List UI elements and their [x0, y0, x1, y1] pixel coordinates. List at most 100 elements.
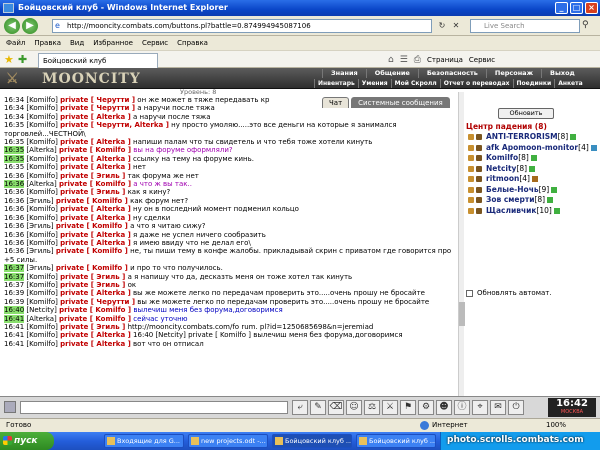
info-badge-icon[interactable]: [529, 165, 536, 172]
scrollbar-thumb[interactable]: [459, 302, 465, 326]
chat-private-to[interactable]: private [ Alterka ]: [60, 331, 131, 339]
chat-private-to[interactable]: private [ Komilfo ]: [59, 180, 131, 188]
chat-nick[interactable]: [Komilfo]: [26, 231, 57, 239]
zoom-level[interactable]: 100%: [546, 419, 566, 432]
nav-inventory[interactable]: Инвентарь: [314, 79, 358, 88]
user-name[interactable]: Komilfo: [486, 153, 518, 162]
url-field[interactable]: e http://mooncity.combats.com/buttons.pl…: [52, 19, 432, 33]
back-button[interactable]: ◀: [4, 18, 20, 34]
chat-nick[interactable]: [Эгиль]: [26, 222, 53, 230]
user-name[interactable]: Зов смерти: [486, 195, 534, 204]
nav-security[interactable]: Безопасность: [417, 69, 486, 78]
chat-private-to[interactable]: private [ Komilfo ]: [56, 222, 128, 230]
chat-private-to[interactable]: private [ Alterka ]: [60, 289, 131, 297]
chat-private-to[interactable]: private [ Alterka ]: [60, 113, 131, 121]
page-menu[interactable]: Страница: [427, 54, 463, 66]
chat-nick[interactable]: [Komilfo]: [26, 289, 57, 297]
info-badge-icon[interactable]: [531, 176, 538, 182]
private-msg-icon[interactable]: [468, 165, 474, 172]
info-badge-icon[interactable]: [590, 144, 597, 151]
user-name[interactable]: afk Apomoon-monitor: [486, 143, 578, 152]
chat-nick[interactable]: [Alterka]: [26, 146, 56, 154]
user-name[interactable]: Netcity: [486, 164, 516, 173]
private-msg-icon[interactable]: [468, 134, 474, 140]
tab-chat[interactable]: Чат: [322, 97, 350, 108]
trade-icon[interactable]: ⚖: [364, 400, 380, 415]
user-name[interactable]: Щасливчик: [486, 206, 536, 215]
tab-fight-club[interactable]: Бойцовский клуб: [38, 53, 158, 68]
chat-nick[interactable]: [Komilfo]: [26, 239, 57, 247]
settings-icon[interactable]: ⚙: [418, 400, 434, 415]
chat-private-to[interactable]: private [ Alterka ]: [60, 155, 131, 163]
user-list-item[interactable]: Щасливчик[10]: [466, 206, 600, 217]
chat-nick[interactable]: [Эгиль]: [26, 247, 53, 255]
chat-private-to[interactable]: private [ Alterka ]: [60, 239, 131, 247]
menu-view[interactable]: Вид: [70, 37, 84, 50]
chat-private-to[interactable]: private [ Черутти, Alterka ]: [60, 121, 169, 129]
chat-private-to[interactable]: private [ Alterka ]: [60, 231, 131, 239]
chat-nick[interactable]: [Эгиль]: [26, 264, 53, 272]
chat-nick[interactable]: [Komilfo]: [26, 121, 57, 129]
chat-private-to[interactable]: private [ Komilfo ]: [56, 264, 128, 272]
user-name[interactable]: ANTI-TERRORISM: [486, 132, 558, 141]
chat-nick[interactable]: [Komilfo]: [26, 138, 57, 146]
tools-menu[interactable]: Сервис: [469, 54, 495, 66]
menu-help[interactable]: Справка: [177, 37, 208, 50]
chat-private-to[interactable]: private [ Alterka ]: [60, 163, 131, 171]
nav-character[interactable]: Персонаж: [485, 69, 541, 78]
refresh-icon[interactable]: ↻: [436, 19, 448, 33]
chat-private-to[interactable]: private [ Эгиль ]: [60, 172, 125, 180]
info-icon[interactable]: ⓘ: [454, 400, 470, 415]
chat-private-to[interactable]: private [ Komilfo ]: [56, 197, 128, 205]
nav-skills[interactable]: Умения: [357, 79, 391, 88]
menu-favorites[interactable]: Избранное: [93, 37, 133, 50]
taskbar-item-browser-2[interactable]: Бойцовский клуб ...: [356, 434, 436, 448]
user-name[interactable]: Белые-Ночь: [486, 185, 539, 194]
chat-private-to[interactable]: private [ Эгиль ]: [60, 188, 125, 196]
maximize-button[interactable]: □: [570, 2, 583, 14]
info-badge-icon[interactable]: [551, 186, 558, 193]
user-list-item[interactable]: Зов смерти[8]: [466, 195, 600, 206]
chat-nick[interactable]: [Komilfo]: [26, 214, 57, 222]
taskbar-item-browser-1[interactable]: Бойцовский клуб ...: [272, 434, 352, 448]
chat-private-to[interactable]: private [ Эгиль ]: [60, 273, 125, 281]
forward-button[interactable]: ▶: [22, 18, 38, 34]
chat-private-to[interactable]: private [ Komilfo ]: [56, 247, 128, 255]
sword-icon[interactable]: ⚔: [382, 400, 398, 415]
chat-nick[interactable]: [Komilfo]: [26, 205, 57, 213]
search-icon[interactable]: ⚲: [582, 20, 589, 30]
filter-icon[interactable]: ⌫: [328, 400, 344, 415]
chat-private-to[interactable]: private [ Эгиль ]: [60, 323, 125, 331]
chat-private-to[interactable]: private [ Эгиль ]: [60, 281, 125, 289]
refresh-button[interactable]: Обновить: [498, 108, 554, 119]
taskbar-item-mail[interactable]: Входящие для G...: [104, 434, 184, 448]
print-icon[interactable]: ⎙: [414, 54, 421, 66]
chat-nick[interactable]: [Komilfo]: [26, 188, 57, 196]
menu-file[interactable]: Файл: [6, 37, 25, 50]
chat-private-to[interactable]: private [ Komilfo ]: [59, 306, 131, 314]
private-msg-icon[interactable]: [468, 176, 474, 182]
chat-nick[interactable]: [Alterka]: [26, 315, 56, 323]
user-name[interactable]: ritmoon: [486, 174, 519, 183]
nav-communication[interactable]: Общение: [365, 69, 418, 78]
auto-refresh[interactable]: Обновлять автомат.: [466, 288, 552, 298]
chat-private-to[interactable]: private [ Alterka ]: [60, 205, 131, 213]
bookmark-icon[interactable]: ⚑: [400, 400, 416, 415]
chat-private-to[interactable]: private [ Черутти ]: [60, 298, 135, 306]
tab-system-messages[interactable]: Системные сообщения: [351, 97, 450, 108]
user-list-item[interactable]: ritmoon[4]: [466, 174, 600, 185]
info-badge-icon[interactable]: [570, 134, 577, 140]
private-msg-icon[interactable]: [468, 186, 474, 193]
chat-nick[interactable]: [Alterka]: [26, 180, 56, 188]
chat-nick[interactable]: [Komilfo]: [26, 113, 57, 121]
chat-private-to[interactable]: private [ Alterka ]: [60, 138, 131, 146]
taskbar-item-document[interactable]: new projects.odt -...: [188, 434, 268, 448]
chat-scrollbar[interactable]: [458, 92, 465, 396]
chat-nick[interactable]: [Komilfo]: [26, 163, 57, 171]
chat-nick[interactable]: [Komilfo]: [26, 155, 57, 163]
user-list-item[interactable]: afk Apomoon-monitor[4]: [466, 143, 600, 154]
chat-nick[interactable]: [Netcity]: [26, 306, 56, 314]
private-msg-icon[interactable]: [468, 144, 474, 151]
nav-fights[interactable]: Поединки: [512, 79, 555, 88]
stop-icon[interactable]: ✕: [450, 19, 462, 33]
